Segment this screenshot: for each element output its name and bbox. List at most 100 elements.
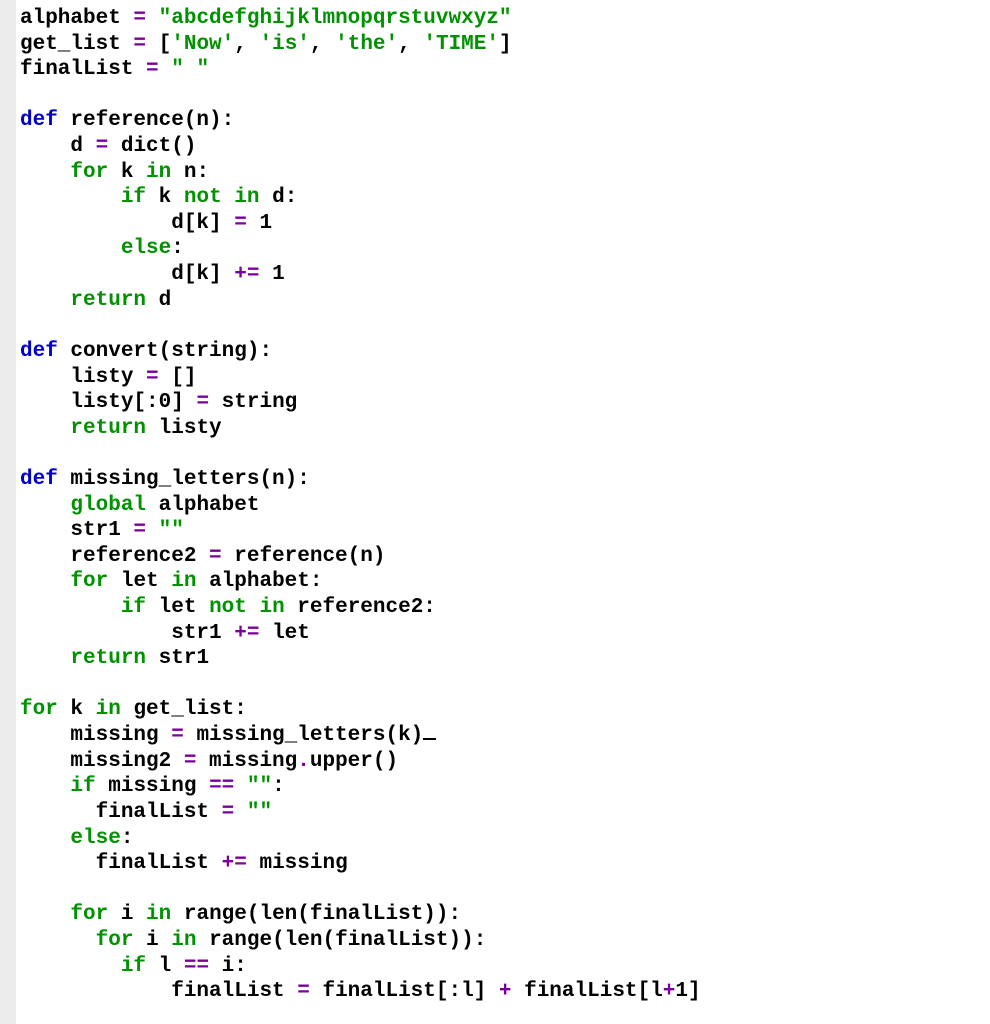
code-token	[20, 289, 70, 312]
code-line[interactable]: def convert(string):	[20, 339, 986, 365]
code-token: 'TIME'	[423, 33, 499, 56]
code-token: missing_letters(n):	[58, 468, 310, 491]
code-token: finalList[:l]	[310, 980, 499, 1003]
code-line[interactable]: else:	[20, 826, 986, 852]
code-token: return	[70, 289, 146, 312]
code-token: d[k]	[20, 263, 234, 286]
code-token: get_list:	[121, 698, 247, 721]
code-line[interactable]	[20, 441, 986, 467]
code-line[interactable]: return listy	[20, 416, 986, 442]
code-token	[234, 801, 247, 824]
code-token: k	[108, 161, 146, 184]
code-token: :	[171, 237, 184, 260]
code-token	[247, 212, 260, 235]
code-token: let	[146, 596, 209, 619]
code-token	[259, 263, 272, 286]
code-token: 'is'	[259, 33, 309, 56]
code-token: return	[70, 647, 146, 670]
code-token: global	[70, 494, 146, 517]
code-line[interactable]: missing = missing_letters(k)	[20, 723, 986, 749]
code-token: range(len(finalList)):	[196, 929, 486, 952]
code-line[interactable]	[20, 83, 986, 109]
code-token: reference(n)	[222, 545, 386, 568]
code-line[interactable]: finalList += missing	[20, 851, 986, 877]
code-line[interactable]: for k in get_list:	[20, 697, 986, 723]
code-token: 1	[259, 212, 272, 235]
code-token: =	[171, 724, 184, 747]
code-line[interactable]: for let in alphabet:	[20, 569, 986, 595]
code-line[interactable]: d[k] += 1	[20, 262, 986, 288]
code-token: get_list	[20, 33, 133, 56]
code-token: if	[121, 596, 146, 619]
code-token: missing2	[20, 750, 184, 773]
code-line[interactable]: d[k] = 1	[20, 211, 986, 237]
code-line[interactable]: def reference(n):	[20, 108, 986, 134]
code-line[interactable]	[20, 877, 986, 903]
code-line[interactable]: finalList = ""	[20, 800, 986, 826]
code-token: []	[159, 366, 197, 389]
text-cursor	[423, 738, 436, 740]
code-token	[20, 903, 70, 926]
code-line[interactable]: return str1	[20, 646, 986, 672]
code-token: ]	[171, 391, 196, 414]
code-token: in	[146, 903, 171, 926]
code-line[interactable]: for i in range(len(finalList)):	[20, 902, 986, 928]
code-line[interactable]: d = dict()	[20, 134, 986, 160]
code-token: in	[96, 698, 121, 721]
code-token: def	[20, 468, 58, 491]
code-line[interactable]: else:	[20, 236, 986, 262]
code-token	[20, 596, 121, 619]
code-line[interactable]: if missing == "":	[20, 774, 986, 800]
code-line[interactable]: for k in n:	[20, 160, 986, 186]
code-token: :	[121, 827, 134, 850]
code-token: finalList	[20, 58, 146, 81]
code-line[interactable]: if k not in d:	[20, 185, 986, 211]
code-token: missing	[196, 750, 297, 773]
code-token: +	[663, 980, 676, 1003]
code-line[interactable]: str1 += let	[20, 621, 986, 647]
code-token: ==	[184, 955, 209, 978]
code-line[interactable]	[20, 313, 986, 339]
code-token: if	[70, 775, 95, 798]
code-line[interactable]: finalList = " "	[20, 57, 986, 83]
code-line[interactable]: get_list = ['Now', 'is', 'the', 'TIME']	[20, 32, 986, 58]
code-token: finalList	[20, 801, 222, 824]
code-token: d:	[259, 186, 297, 209]
code-editor[interactable]: alphabet = "abcdefghijklmnopqrstuvwxyz"g…	[16, 0, 990, 1011]
code-token: k	[58, 698, 96, 721]
code-line[interactable]: listy = []	[20, 365, 986, 391]
code-line[interactable]: finalList = finalList[:l] + finalList[l+…	[20, 979, 986, 1005]
code-token	[20, 647, 70, 670]
code-token: else	[70, 827, 120, 850]
code-token: reference2	[20, 545, 209, 568]
code-token: missing	[96, 775, 209, 798]
code-token: not in	[184, 186, 260, 209]
code-line[interactable]: if l == i:	[20, 954, 986, 980]
code-token: in	[171, 570, 196, 593]
code-token	[20, 161, 70, 184]
code-token: alphabet	[146, 494, 259, 517]
code-line[interactable]: str1 = ""	[20, 518, 986, 544]
code-line[interactable]: missing2 = missing.upper()	[20, 749, 986, 775]
code-token: finalList[l	[512, 980, 663, 1003]
code-line[interactable]: for i in range(len(finalList)):	[20, 928, 986, 954]
code-token: ,	[310, 33, 335, 56]
code-token: def	[20, 340, 58, 363]
code-line[interactable]: def missing_letters(n):	[20, 467, 986, 493]
code-line[interactable]: global alphabet	[20, 493, 986, 519]
code-line[interactable]: return d	[20, 288, 986, 314]
code-line[interactable]: listy[:0] = string	[20, 390, 986, 416]
code-token	[20, 417, 70, 440]
code-line[interactable]	[20, 672, 986, 698]
code-token: ,	[234, 33, 259, 56]
code-token: ""	[247, 801, 272, 824]
code-token: for	[70, 903, 108, 926]
code-token: +=	[222, 852, 247, 875]
code-line[interactable]: if let not in reference2:	[20, 595, 986, 621]
code-line[interactable]: alphabet = "abcdefghijklmnopqrstuvwxyz"	[20, 6, 986, 32]
code-token: reference2:	[285, 596, 436, 619]
code-token: i:	[209, 955, 247, 978]
code-line[interactable]: reference2 = reference(n)	[20, 544, 986, 570]
code-token: =	[222, 801, 235, 824]
code-token: range(len(finalList)):	[171, 903, 461, 926]
